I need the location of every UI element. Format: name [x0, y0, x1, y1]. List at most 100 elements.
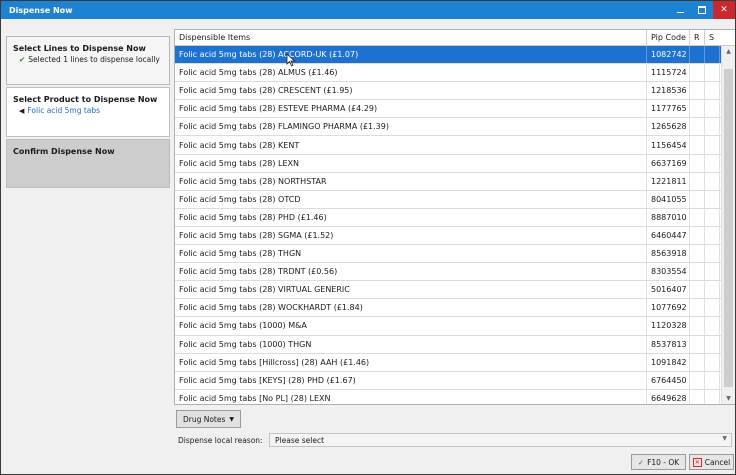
current-step-icon: ◀: [19, 107, 25, 115]
r-cell: [690, 245, 705, 263]
s-cell: [705, 245, 720, 263]
window-controls: ✕: [669, 1, 735, 19]
pip-cell: 6637169: [647, 154, 690, 172]
item-cell: Folic acid 5mg tabs (28) FLAMINGO PHARMA…: [175, 118, 647, 136]
pip-cell: 1077692: [647, 299, 690, 317]
step-select-lines[interactable]: Select Lines to Dispense Now ✔ Selected 1…: [6, 36, 170, 85]
item-cell: Folic acid 5mg tabs (28) NORTHSTAR: [175, 172, 647, 190]
table-row[interactable]: Folic acid 5mg tabs (28) PHD (£1.46) 8887…: [175, 208, 721, 227]
r-cell: [690, 82, 705, 100]
pip-cell: 8563918: [647, 245, 690, 263]
r-cell: [690, 118, 705, 136]
r-cell: [690, 335, 705, 353]
ok-button[interactable]: ✓ F10 - OK: [631, 454, 686, 470]
s-cell: [705, 190, 720, 208]
ok-label: F10 - OK: [647, 457, 680, 467]
s-cell: [705, 172, 720, 190]
r-cell: [690, 172, 705, 190]
step-title: Confirm Dispense Now: [13, 147, 115, 156]
item-cell: Folic acid 5mg tabs (28) LEXN: [175, 154, 647, 172]
table-row[interactable]: Folic acid 5mg tabs (28) OTCD 8041055: [175, 190, 721, 209]
table-row[interactable]: Folic acid 5mg tabs (28) FLAMINGO PHARMA…: [175, 118, 721, 137]
item-cell: Folic acid 5mg tabs (28) PHD (£1.46): [175, 208, 647, 226]
s-cell: [705, 371, 720, 389]
pip-cell: 8887010: [647, 208, 690, 226]
maximize-button[interactable]: [691, 1, 713, 19]
pip-cell: 1177765: [647, 100, 690, 118]
table-row[interactable]: Folic acid 5mg tabs (28) WOCKHARDT (£1.8…: [175, 299, 721, 318]
pip-cell: 1082742: [647, 46, 690, 64]
minimize-button[interactable]: [669, 1, 691, 19]
table-row[interactable]: Folic acid 5mg tabs (28) THGN 8563918: [175, 245, 721, 264]
close-button[interactable]: ✕: [713, 1, 735, 19]
item-cell: Folic acid 5mg tabs (28) WOCKHARDT (£1.8…: [175, 299, 647, 317]
table-row[interactable]: Folic acid 5mg tabs [Hillcross] (28) AAH…: [175, 353, 721, 372]
table-row[interactable]: Folic acid 5mg tabs (28) NORTHSTAR 122181…: [175, 172, 721, 191]
r-cell: [690, 226, 705, 245]
scroll-thumb[interactable]: [724, 69, 733, 387]
cancel-button[interactable]: ✕ Cancel: [689, 454, 734, 470]
drug-notes-button[interactable]: Drug Notes ▼: [176, 410, 241, 428]
table-row[interactable]: Folic acid 5mg tabs (28) CRESCENT (£1.95…: [175, 82, 721, 101]
item-cell: Folic acid 5mg tabs (28) THGN: [175, 245, 647, 263]
s-cell: [705, 208, 720, 226]
pip-cell: 8303554: [647, 263, 690, 281]
table-row[interactable]: Folic acid 5mg tabs (28) KENT 1156454: [175, 136, 721, 155]
item-cell: Folic acid 5mg tabs (28) TRDNT (£0.56): [175, 263, 647, 281]
maximize-icon: [698, 6, 706, 14]
drug-notes-label: Drug Notes: [182, 414, 226, 424]
pip-cell: 6649628: [647, 389, 690, 404]
column-header-pip[interactable]: Pip Code: [647, 30, 690, 45]
scroll-down-icon[interactable]: ▼: [722, 393, 735, 404]
step-select-product[interactable]: Select Product to Dispense Now ◀ Folic ac…: [6, 87, 170, 137]
table-row[interactable]: Folic acid 5mg tabs (28) ESTEVE PHARMA (…: [175, 100, 721, 119]
item-cell: Folic acid 5mg tabs (28) KENT: [175, 136, 647, 154]
s-cell: [705, 46, 720, 64]
r-cell: [690, 317, 705, 335]
step-subtitle: Selected 1 lines to dispense locally: [28, 55, 160, 64]
column-header-s[interactable]: S: [705, 30, 720, 45]
table-row[interactable]: Folic acid 5mg tabs [No PL] (28) LEXN 664…: [175, 389, 721, 404]
table-row[interactable]: Folic acid 5mg tabs (28) ACCORD-UK (£1.0…: [175, 46, 721, 65]
s-cell: [705, 64, 720, 82]
chevron-down-icon: ▼: [722, 435, 727, 442]
s-cell: [705, 118, 720, 136]
table-row[interactable]: Folic acid 5mg tabs (28) LEXN 6637169: [175, 154, 721, 173]
table-row[interactable]: Folic acid 5mg tabs (1000) THGN 8537813: [175, 335, 721, 354]
dispense-now-window: Dispense Now ✕ Select Lines to Dispense …: [0, 0, 736, 475]
step-subtitle: Folic acid 5mg tabs: [27, 106, 101, 115]
step-confirm[interactable]: Confirm Dispense Now: [6, 139, 170, 188]
table-row[interactable]: Folic acid 5mg tabs (28) TRDNT (£0.56) 83…: [175, 263, 721, 282]
item-cell: Folic acid 5mg tabs (28) ALMUS (£1.46): [175, 64, 647, 82]
pip-cell: 8537813: [647, 335, 690, 353]
cancel-label: Cancel: [704, 457, 731, 467]
s-cell: [705, 353, 720, 371]
reason-select[interactable]: Please select ▼: [269, 433, 732, 447]
r-cell: [690, 136, 705, 154]
item-cell: Folic acid 5mg tabs [KEYS] (28) PHD (£1.…: [175, 371, 647, 389]
table-row[interactable]: Folic acid 5mg tabs (28) SGMA (£1.52) 646…: [175, 226, 721, 246]
table-row[interactable]: Folic acid 5mg tabs (28) VIRTUAL GENERIC…: [175, 281, 721, 300]
column-header-r[interactable]: R: [690, 30, 705, 45]
s-cell: [705, 299, 720, 317]
pip-cell: 8041055: [647, 190, 690, 208]
s-cell: [705, 100, 720, 118]
scroll-up-icon[interactable]: ▲: [722, 46, 735, 57]
item-cell: Folic acid 5mg tabs (28) ACCORD-UK (£1.0…: [175, 46, 647, 64]
r-cell: [690, 263, 705, 281]
item-cell: Folic acid 5mg tabs (28) OTCD: [175, 190, 647, 208]
r-cell: [690, 389, 705, 404]
table-header: Dispensible Items Pip Code R S: [175, 30, 735, 46]
item-cell: Folic acid 5mg tabs (1000) THGN: [175, 335, 647, 353]
item-cell: Folic acid 5mg tabs (28) VIRTUAL GENERIC: [175, 281, 647, 299]
column-header-items[interactable]: Dispensible Items: [175, 30, 647, 45]
pip-cell: 1156454: [647, 136, 690, 154]
pip-cell: 5016407: [647, 281, 690, 299]
s-cell: [705, 263, 720, 281]
table-row[interactable]: Folic acid 5mg tabs (1000) M&A 1120328: [175, 317, 721, 336]
vertical-scrollbar[interactable]: ▲ ▼: [721, 46, 735, 404]
table-row[interactable]: Folic acid 5mg tabs (28) ALMUS (£1.46) 11…: [175, 64, 721, 83]
table-row[interactable]: Folic acid 5mg tabs [KEYS] (28) PHD (£1.…: [175, 371, 721, 390]
pip-cell: 1221811: [647, 172, 690, 190]
step-title: Select Lines to Dispense Now: [13, 44, 146, 53]
